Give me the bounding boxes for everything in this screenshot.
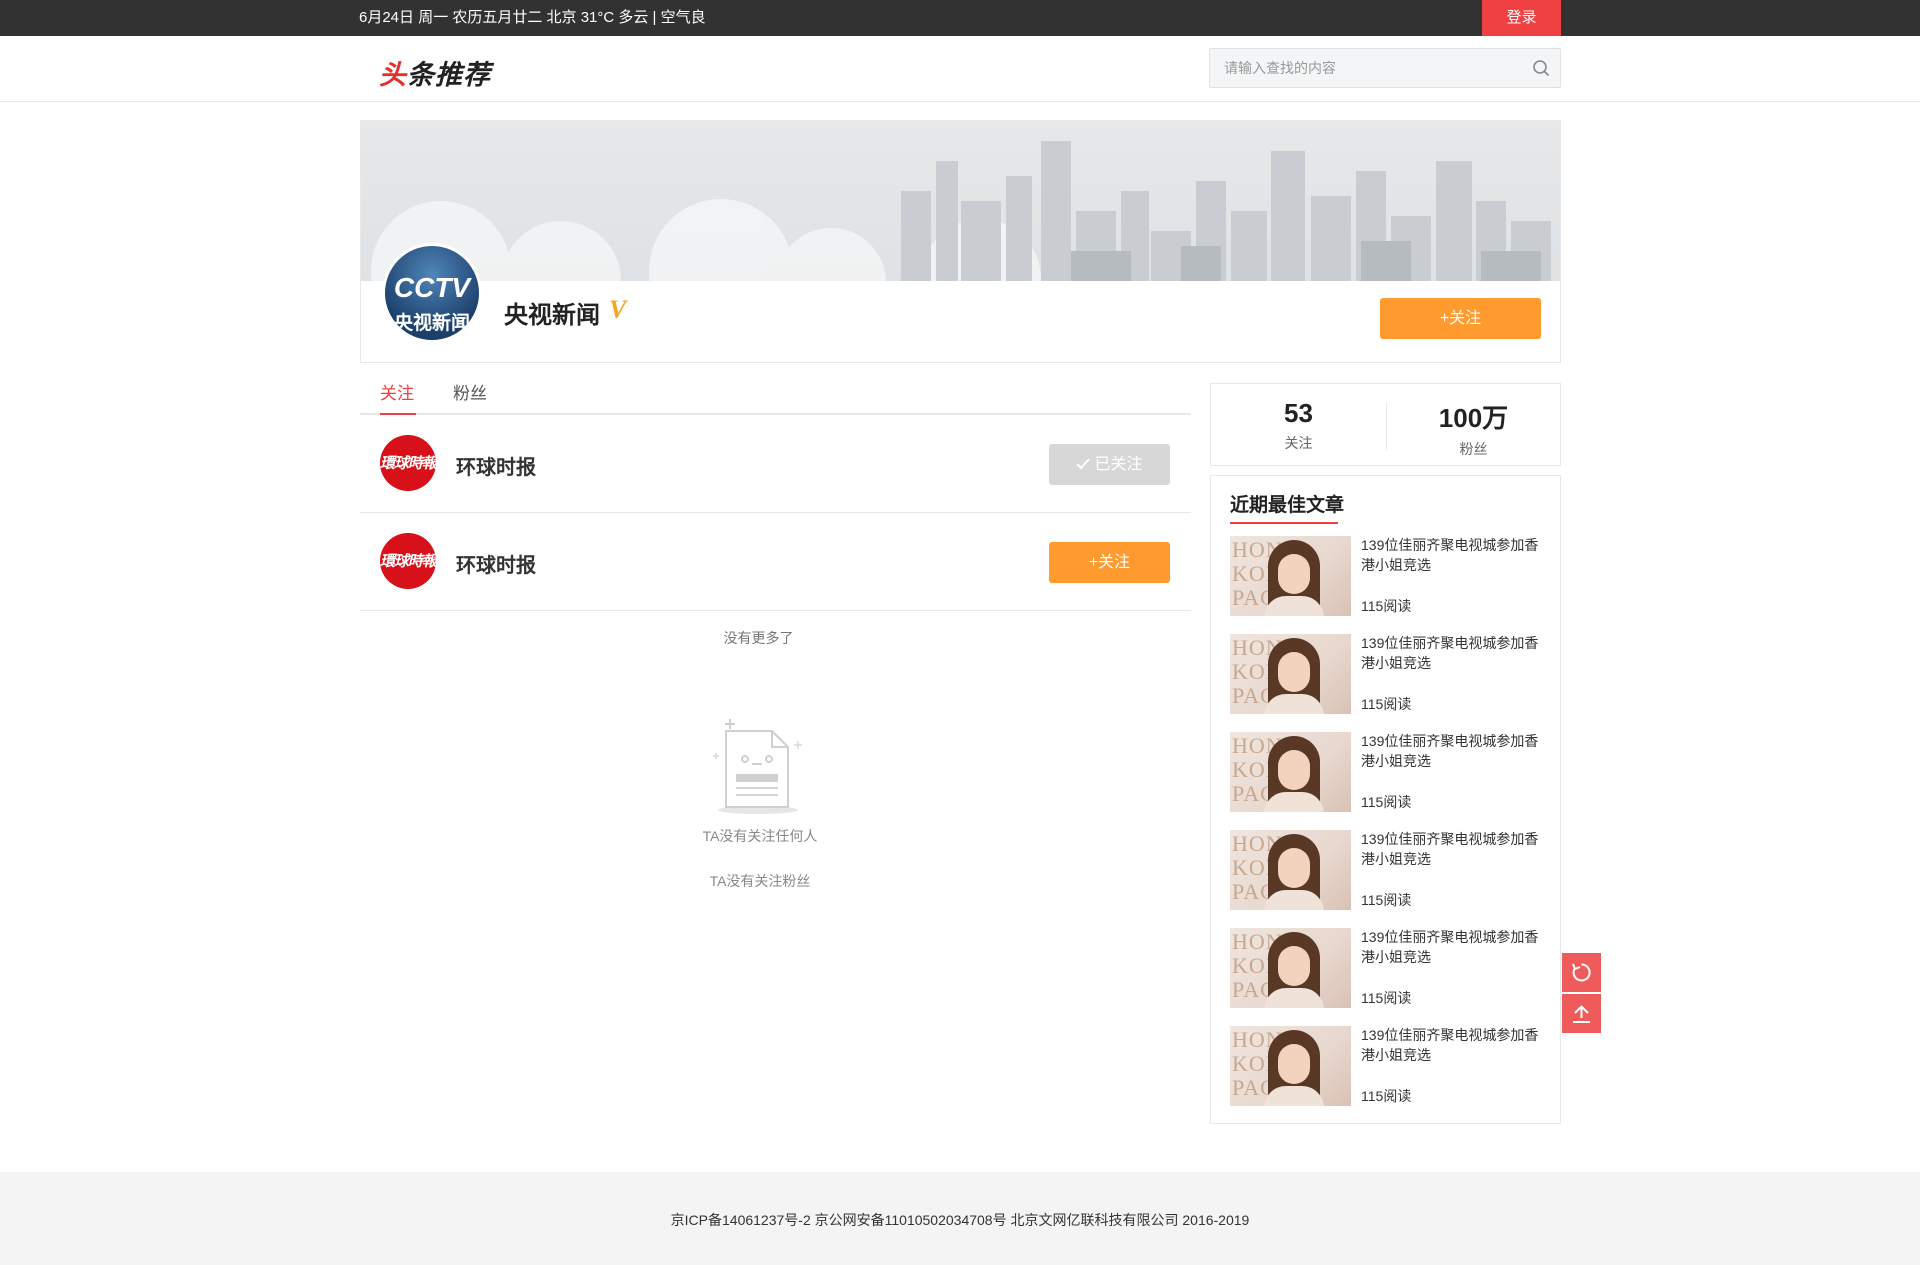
fans-count: 100万	[1438, 403, 1509, 433]
following-label: 关注	[1284, 435, 1313, 451]
follow-button[interactable]: +关注	[1049, 542, 1170, 583]
article-item[interactable]: HONG KONG PAGE 139位佳丽齐聚电视城参加香港小姐竞选 115阅读	[1230, 536, 1550, 616]
article-thumbnail: HONG KONG PAGE	[1230, 536, 1351, 616]
city-skyline-illustration	[371, 141, 1551, 281]
article-reads: 115阅读	[1361, 794, 1412, 810]
best-articles-title: 近期最佳文章	[1230, 495, 1345, 516]
logo-rest-part: 条推荐	[407, 60, 491, 90]
article-reads: 115阅读	[1361, 598, 1412, 614]
profile-tabs: 关注 粉丝	[360, 373, 1191, 415]
article-thumbnail: HONG KONG PAGE	[1230, 928, 1351, 1008]
logo-red-part: 头	[379, 60, 407, 90]
account-name[interactable]: 环球时报	[456, 549, 536, 578]
footer-copyright: 京ICP备14061237号-2 京公网安备11010502034708号 北京…	[670, 1212, 1250, 1228]
article-title[interactable]: 139位佳丽齐聚电视城参加香港小姐竞选	[1361, 731, 1551, 771]
list-item: 環球時報 环球时报 +关注	[360, 513, 1191, 611]
stats-card: 53 关注 100万 粉丝	[1210, 383, 1561, 466]
verified-badge-icon: V	[609, 295, 627, 324]
article-reads: 115阅读	[1361, 1088, 1412, 1104]
refresh-icon	[1572, 963, 1591, 982]
search-input[interactable]	[1210, 49, 1520, 87]
article-item[interactable]: HONG KONG PAGE 139位佳丽齐聚电视城参加香港小姐竞选 115阅读	[1230, 928, 1550, 1008]
article-title[interactable]: 139位佳丽齐聚电视城参加香港小姐竞选	[1361, 927, 1551, 967]
following-stat[interactable]: 53 关注	[1211, 398, 1386, 453]
avatar[interactable]: 環球時報	[380, 533, 436, 589]
avatar-logo-text: CCTV	[393, 272, 471, 303]
refresh-button[interactable]	[1562, 953, 1601, 992]
best-articles-underline	[1230, 522, 1338, 524]
article-reads: 115阅读	[1361, 892, 1412, 908]
article-thumbnail: HONG KONG PAGE	[1230, 1026, 1351, 1106]
avatar-name-text: 央视新闻	[393, 313, 470, 334]
search-icon[interactable]	[1532, 59, 1550, 77]
fans-stat[interactable]: 100万 粉丝	[1386, 398, 1561, 459]
empty-following-text: TA没有关注任何人	[702, 828, 818, 844]
fans-label: 粉丝	[1459, 441, 1488, 457]
profile-banner	[361, 121, 1560, 281]
article-item[interactable]: HONG KONG PAGE 139位佳丽齐聚电视城参加香港小姐竞选 115阅读	[1230, 1026, 1550, 1106]
tab-following[interactable]: 关注	[380, 379, 414, 404]
thumbnail-face	[1278, 554, 1310, 594]
date-weather-info: 6月24日 周一 农历五月廿二 北京 31°C 多云 | 空气良	[359, 9, 706, 26]
following-count: 53	[1284, 398, 1313, 428]
article-item[interactable]: HONG KONG PAGE 139位佳丽齐聚电视城参加香港小姐竞选 115阅读	[1230, 732, 1550, 812]
article-reads: 115阅读	[1361, 990, 1412, 1006]
site-footer: 京ICP备14061237号-2 京公网安备11010502034708号 北京…	[0, 1172, 1920, 1265]
login-button[interactable]: 登录	[1482, 0, 1561, 36]
thumbnail-face	[1278, 1044, 1310, 1084]
no-more-text: 没有更多了	[723, 630, 794, 646]
avatar[interactable]: 環球時報	[380, 435, 436, 491]
article-item[interactable]: HONG KONG PAGE 139位佳丽齐聚电视城参加香港小姐竞选 115阅读	[1230, 830, 1550, 910]
avatar-text: 環球時報	[380, 455, 436, 472]
site-logo[interactable]: 头条推荐	[379, 53, 491, 92]
article-thumbnail: HONG KONG PAGE	[1230, 634, 1351, 714]
tab-fans[interactable]: 粉丝	[453, 379, 487, 404]
thumbnail-face	[1278, 652, 1310, 692]
profile-card: CCTV 央视新闻 央视新闻 V +关注	[360, 120, 1561, 363]
article-title[interactable]: 139位佳丽齐聚电视城参加香港小姐竞选	[1361, 829, 1551, 869]
followed-label: 已关注	[1094, 456, 1143, 473]
check-icon	[1076, 458, 1091, 470]
article-thumbnail: HONG KONG PAGE	[1230, 732, 1351, 812]
article-title[interactable]: 139位佳丽齐聚电视城参加香港小姐竞选	[1361, 535, 1551, 575]
account-name[interactable]: 环球时报	[456, 451, 536, 480]
article-reads: 115阅读	[1361, 696, 1412, 712]
article-thumbnail: HONG KONG PAGE	[1230, 830, 1351, 910]
profile-follow-button[interactable]: +关注	[1380, 298, 1541, 339]
search-box	[1209, 48, 1561, 88]
thumbnail-face	[1278, 750, 1310, 790]
article-item[interactable]: HONG KONG PAGE 139位佳丽齐聚电视城参加香港小姐竞选 115阅读	[1230, 634, 1550, 714]
article-title[interactable]: 139位佳丽齐聚电视城参加香港小姐竞选	[1361, 633, 1551, 673]
profile-name: 央视新闻	[504, 302, 600, 329]
empty-document-icon	[713, 719, 802, 814]
followed-button[interactable]: 已关注	[1049, 444, 1170, 485]
back-to-top-icon	[1573, 1005, 1590, 1023]
empty-fans-text: TA没有关注粉丝	[709, 873, 811, 889]
thumbnail-face	[1278, 946, 1310, 986]
back-to-top-button[interactable]	[1562, 994, 1601, 1033]
profile-avatar: CCTV 央视新闻	[382, 243, 482, 343]
best-articles-panel: 近期最佳文章 HONG KONG PAGE 139位佳丽齐聚电视城参加香港小姐竞选…	[1210, 475, 1561, 1124]
list-item: 環球時報 环球时报 已关注	[360, 415, 1191, 513]
site-header: 头条推荐	[0, 36, 1920, 102]
top-bar: 6月24日 周一 农历五月廿二 北京 31°C 多云 | 空气良 登录	[0, 0, 1920, 36]
article-title[interactable]: 139位佳丽齐聚电视城参加香港小姐竞选	[1361, 1025, 1551, 1065]
avatar-text: 環球時報	[380, 553, 436, 570]
thumbnail-face	[1278, 848, 1310, 888]
